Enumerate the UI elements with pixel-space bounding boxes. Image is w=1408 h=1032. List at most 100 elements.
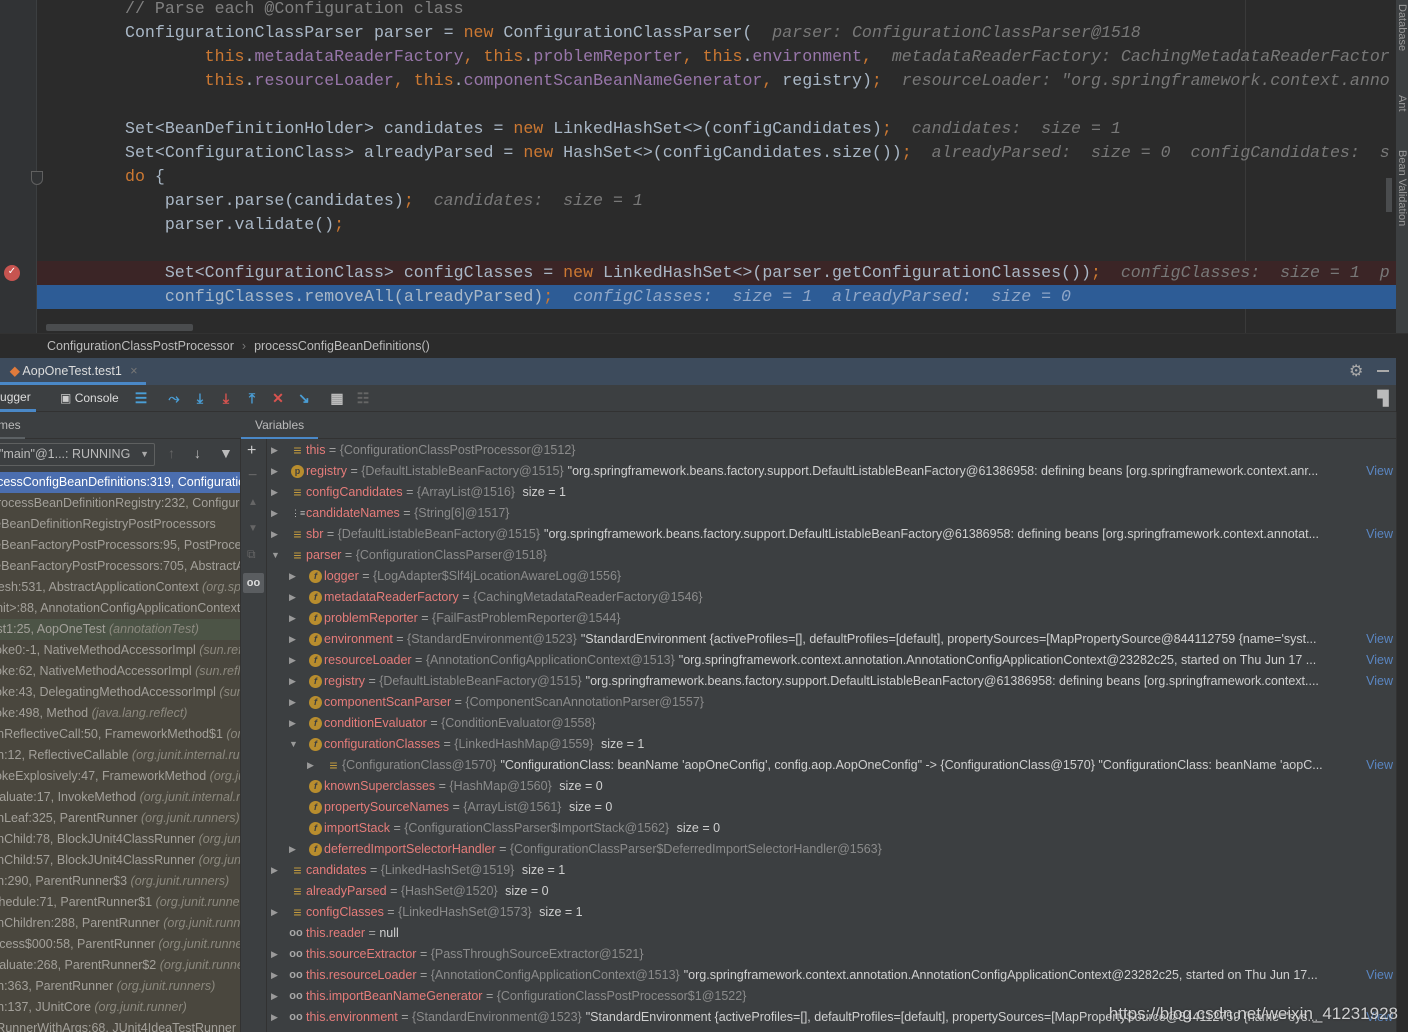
tool-window-database[interactable]: Database (1396, 4, 1408, 51)
code-editor[interactable]: ✓ // Parse each @Configuration class Conf… (0, 0, 1396, 333)
variable-row[interactable]: ▶ f metadataReaderFactory = {CachingMetada… (267, 587, 1396, 608)
expand-arrow-icon[interactable]: ▶ (289, 608, 299, 629)
stack-frame[interactable]: schedule:71, ParentRunner$1 (org.junit.r… (0, 892, 240, 913)
minimize-icon[interactable] (1377, 370, 1389, 372)
view-link[interactable]: View (1366, 671, 1393, 692)
stack-frame[interactable]: <init>:88, AnnotationConfigApplicationCo… (0, 598, 240, 619)
expand-arrow-icon[interactable]: ▶ (271, 1007, 281, 1028)
variable-row[interactable]: ▶ f conditionEvaluator = {ConditionEvaluat… (267, 713, 1396, 734)
evaluate-expression-icon[interactable]: ▦ (328, 389, 346, 407)
variable-row[interactable]: f knownSuperclasses = {HashMap@1560} size… (267, 776, 1396, 797)
stack-frame[interactable]: startRunnerWithArgs:68, JUnit4IdeaTestRu… (0, 1018, 240, 1032)
variable-row[interactable]: ≡ alreadyParsed = {HashSet@1520} size = 0 (267, 881, 1396, 902)
stack-frame[interactable]: invoke0:-1, NativeMethodAccessorImpl (su… (0, 640, 240, 661)
code-line[interactable]: Set<BeanDefinitionHolder> candidates = n… (37, 117, 1396, 141)
step-out-icon[interactable]: ⤒ (243, 389, 261, 407)
code-line[interactable] (37, 237, 1396, 261)
stack-frame[interactable]: run:290, ParentRunner$3 (org.junit.runne… (0, 871, 240, 892)
watches-toggle-icon[interactable]: oo (243, 573, 264, 593)
frames-header[interactable]: Frames (0, 412, 25, 439)
stack-frame[interactable]: runLeaf:325, ParentRunner (org.junit.run… (0, 808, 240, 829)
stack-frame[interactable]: evaluate:268, ParentRunner$2 (org.junit.… (0, 955, 240, 976)
view-link[interactable]: View (1366, 965, 1393, 986)
filter-icon[interactable]: ▼ (219, 445, 233, 461)
stack-frame[interactable]: invoke:62, NativeMethodAccessorImpl (sun… (0, 661, 240, 682)
variable-row[interactable]: ▼ f configurationClasses = {LinkedHashMap@… (267, 734, 1396, 755)
horizontal-scrollbar[interactable] (46, 324, 193, 331)
expand-arrow-icon[interactable]: ▶ (289, 629, 299, 650)
step-over-icon[interactable]: ⤓ (191, 389, 209, 407)
expand-arrow-icon[interactable]: ▶ (271, 440, 281, 461)
code-line[interactable]: parser.validate(); (37, 213, 1396, 237)
collapse-arrow-icon[interactable]: ▼ (289, 734, 299, 755)
next-frame-icon[interactable]: ↓ (194, 445, 201, 461)
stack-frame[interactable]: invokeBeanFactoryPostProcessors:95, Post… (0, 535, 240, 556)
add-watch-icon[interactable]: + (247, 442, 256, 460)
expand-arrow-icon[interactable]: ▶ (289, 671, 299, 692)
view-link[interactable]: View (1366, 461, 1393, 482)
expand-arrow-icon[interactable]: ▶ (271, 902, 281, 923)
variable-row[interactable]: ▶ ≡ configCandidates = {ArrayList@1516} si… (267, 482, 1396, 503)
current-execution-line[interactable]: configClasses.removeAll(alreadyParsed); … (37, 285, 1396, 309)
variable-row[interactable]: ▼ ≡ parser = {ConfigurationClassParser@151… (267, 545, 1396, 566)
code-line[interactable]: ConfigurationClassParser parser = new Co… (37, 21, 1396, 45)
breakpoint-line[interactable]: Set<ConfigurationClass> configClasses = … (37, 261, 1396, 285)
force-step-into-icon[interactable]: ⤓ (217, 389, 235, 407)
expand-arrow-icon[interactable]: ▶ (271, 503, 281, 524)
breakpoint-icon[interactable]: ✓ (4, 265, 20, 281)
debug-session-tab[interactable]: ◆ AopOneTest.test1 × (0, 358, 146, 385)
stack-frame[interactable]: runChild:57, BlockJUnit4ClassRunner (org… (0, 850, 240, 871)
code-line[interactable]: this.resourceLoader, this.componentScanB… (37, 69, 1396, 93)
stack-frame[interactable]: run:12, ReflectiveCallable (org.junit.in… (0, 745, 240, 766)
expand-arrow-icon[interactable]: ▶ (289, 650, 299, 671)
view-link[interactable]: View (1366, 755, 1393, 776)
variable-row[interactable]: ▶ f problemReporter = {FailFastProblemRepo… (267, 608, 1396, 629)
expand-arrow-icon[interactable]: ▶ (271, 986, 281, 1007)
expand-arrow-icon[interactable]: ▶ (307, 755, 317, 776)
drop-frame-icon[interactable]: ✕ (269, 389, 287, 407)
stack-frame[interactable]: invoke:498, Method (java.lang.reflect) (0, 703, 240, 724)
code-line[interactable]: this.metadataReaderFactory, this.problem… (37, 45, 1396, 69)
breadcrumb-method[interactable]: processConfigBeanDefinitions() (254, 339, 430, 353)
vertical-scrollbar[interactable] (1396, 412, 1408, 1032)
expand-arrow-icon[interactable]: ▶ (289, 692, 299, 713)
thread-dropdown[interactable]: "main"@1...: RUNNING ▼ (0, 443, 155, 466)
close-icon[interactable]: × (130, 364, 137, 378)
variable-row[interactable]: ▶ f logger = {LogAdapter$Slf4jLocationAwar… (267, 566, 1396, 587)
variable-row[interactable]: ▶ p registry = {DefaultListableBeanFactory… (267, 461, 1396, 482)
console-tab[interactable]: ▣ Console (60, 385, 119, 412)
stack-frame[interactable]: test1:25, AopOneTest (annotationTest) (0, 619, 240, 640)
tool-window-ant[interactable]: Ant (1396, 95, 1408, 112)
tool-window-bean-validation[interactable]: Bean Validation (1396, 150, 1408, 226)
editor-scrollbar-thumb[interactable] (1386, 178, 1392, 212)
variable-row[interactable]: ▶ oo this.sourceExtractor = {PassThroughSo… (267, 944, 1396, 965)
expand-arrow-icon[interactable]: ▶ (271, 860, 281, 881)
stack-frame[interactable]: invokeExplosively:47, FrameworkMethod (o… (0, 766, 240, 787)
stack-frame[interactable]: invokeBeanFactoryPostProcessors:705, Abs… (0, 556, 240, 577)
collapse-arrow-icon[interactable]: ▼ (271, 545, 281, 566)
variable-row[interactable]: f propertySourceNames = {ArrayList@1561} … (267, 797, 1396, 818)
stack-frame[interactable]: processConfigBeanDefinitions:319, Config… (0, 472, 240, 493)
code-line[interactable]: parser.parse(candidates); candidates: si… (37, 189, 1396, 213)
code-line[interactable] (37, 93, 1396, 117)
variable-row[interactable]: ▶ f componentScanParser = {ComponentScanAn… (267, 692, 1396, 713)
variable-row[interactable]: ▶ f resourceLoader = {AnnotationConfigAppl… (267, 650, 1396, 671)
layout-menu-icon[interactable]: ☰ (132, 389, 150, 407)
view-link[interactable]: View (1366, 629, 1393, 650)
variable-row[interactable]: ▶ ≡ {ConfigurationClass@1570} "Configuratio… (267, 755, 1396, 776)
stack-frame[interactable]: run:137, JUnitCore (org.junit.runner) (0, 997, 240, 1018)
stack-frame[interactable]: invokeBeanDefinitionRegistryPostProcesso… (0, 514, 240, 535)
variable-row[interactable]: ▶ ⋮≡ candidateNames = {String[6]@1517} (267, 503, 1396, 524)
variables-header[interactable]: Variables (241, 412, 319, 439)
expand-arrow-icon[interactable]: ▶ (289, 713, 299, 734)
view-link[interactable]: View (1366, 524, 1393, 545)
stack-frame[interactable]: invoke:43, DelegatingMethodAccessorImpl … (0, 682, 240, 703)
variable-row[interactable]: ▶ ≡ configClasses = {LinkedHashSet@1573} s… (267, 902, 1396, 923)
expand-arrow-icon[interactable]: ▶ (271, 524, 281, 545)
variable-row[interactable]: oo this.reader = null (267, 923, 1396, 944)
stack-frame[interactable]: runChild:78, BlockJUnit4ClassRunner (org… (0, 829, 240, 850)
variable-row[interactable]: ▶ ≡ sbr = {DefaultListableBeanFactory@1515… (267, 524, 1396, 545)
expand-arrow-icon[interactable]: ▶ (271, 944, 281, 965)
stack-frame[interactable]: evaluate:17, InvokeMethod (org.junit.int… (0, 787, 240, 808)
restore-layout-icon[interactable]: ▜ (1374, 389, 1392, 407)
